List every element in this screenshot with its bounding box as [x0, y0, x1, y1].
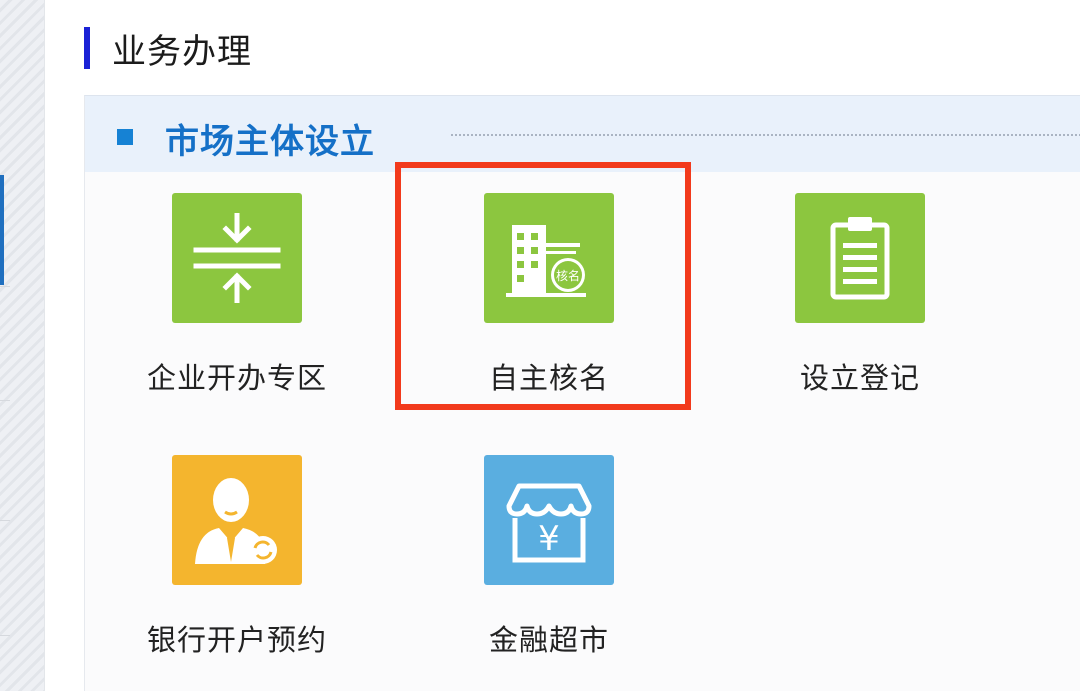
section-title: 市场主体设立 [165, 122, 375, 162]
left-rail-divider [0, 520, 10, 521]
tile-bank-appointment[interactable]: 银行开户预约 [122, 455, 352, 675]
left-rail [0, 0, 45, 691]
shop-yen-icon: ¥ [484, 455, 614, 585]
page-title: 业务办理 [112, 31, 252, 72]
section-bullet-icon [117, 129, 133, 145]
merge-arrows-icon [172, 193, 302, 323]
left-rail-active-marker [0, 175, 4, 285]
section-divider [451, 134, 1080, 136]
tile-label: 设立登记 [799, 361, 920, 395]
tile-finance-market[interactable]: ¥ 金融超市 [434, 455, 664, 675]
left-rail-divider [0, 400, 10, 401]
highlight-box [395, 162, 691, 410]
tile-label: 企业开办专区 [146, 361, 327, 395]
tile-label: 金融超市 [488, 623, 609, 657]
section-header: 市场主体设立 [85, 96, 1080, 172]
page-heading: 业务办理 [84, 26, 252, 72]
tile-enterprise-zone[interactable]: 企业开办专区 [122, 193, 352, 413]
yen-symbol: ¥ [538, 519, 560, 559]
banker-person-icon [172, 455, 302, 585]
left-rail-divider [0, 286, 10, 287]
tile-label: 银行开户预约 [146, 623, 327, 657]
left-rail-divider [0, 635, 10, 636]
page: 业务办理 市场主体设立 企业开办专区 核名 自主核名 设立登记 银行开户预约 ¥… [0, 0, 1080, 691]
heading-accent-bar [84, 27, 90, 69]
clipboard-icon [795, 193, 925, 323]
tile-registration[interactable]: 设立登记 [745, 193, 975, 413]
